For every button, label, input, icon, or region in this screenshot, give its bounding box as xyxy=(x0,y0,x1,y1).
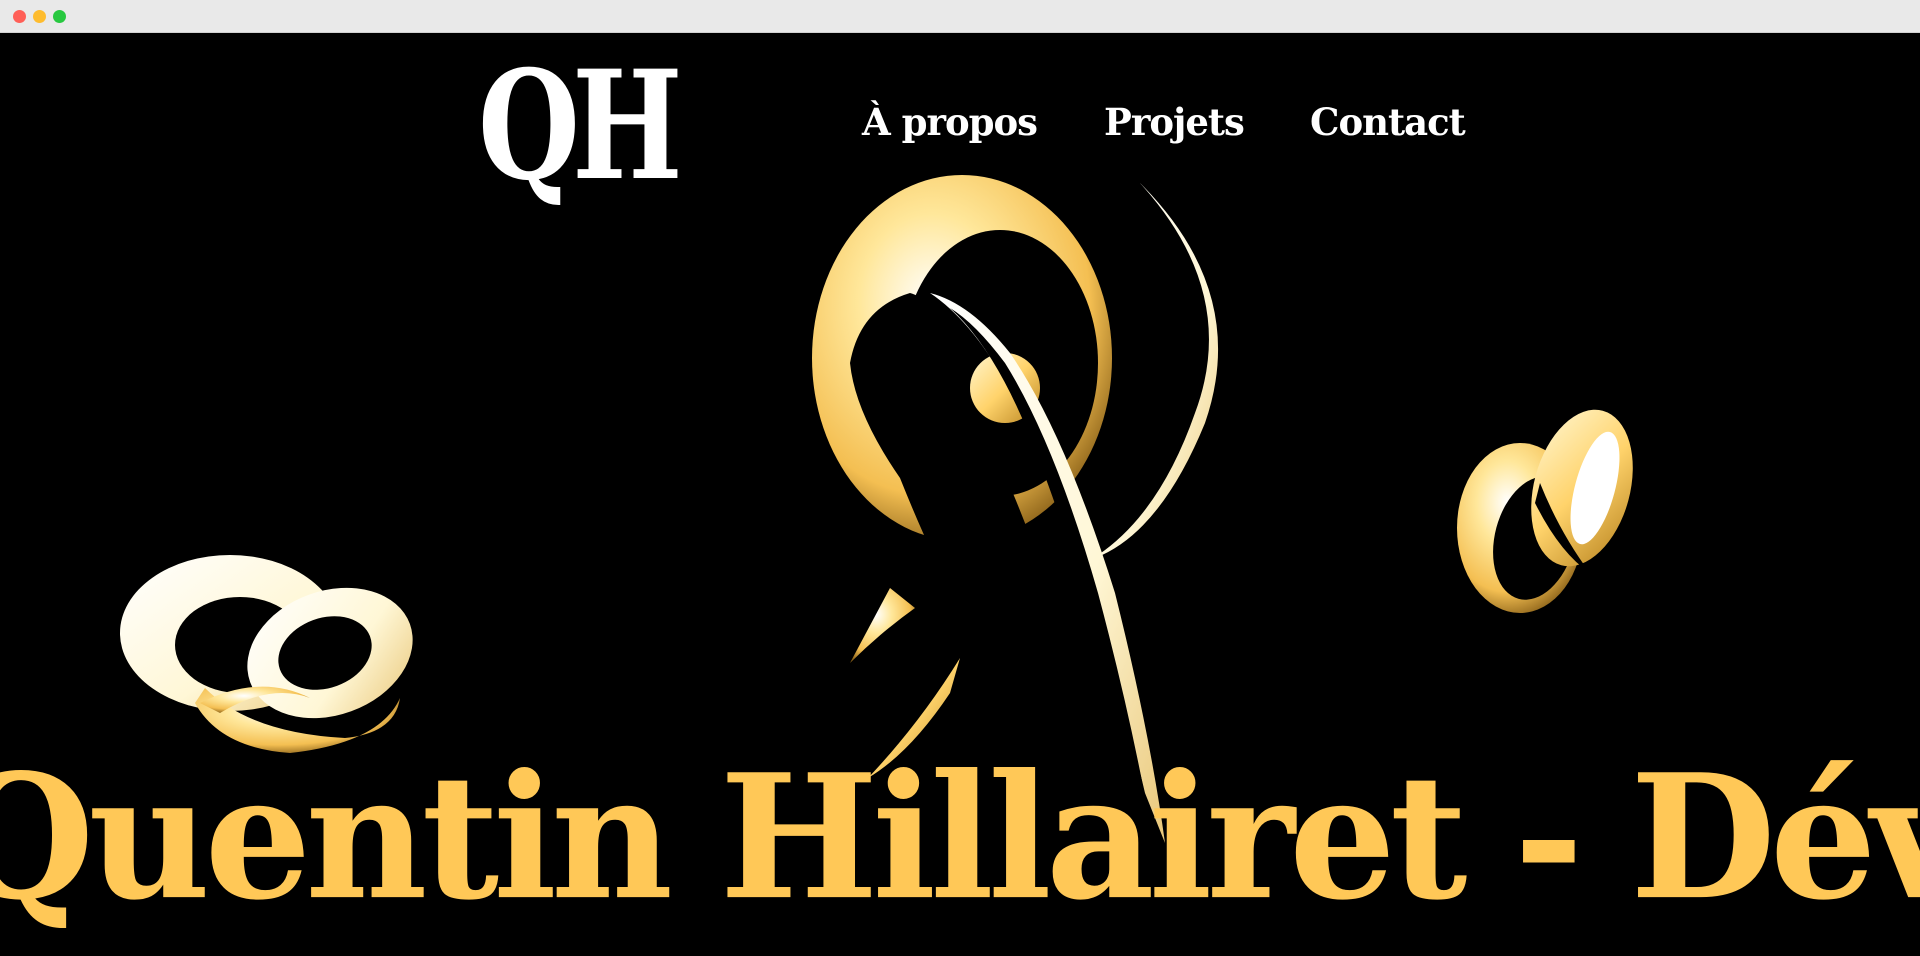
close-window-button[interactable] xyxy=(13,10,26,23)
nav-link-contact[interactable]: Contact xyxy=(1310,100,1466,144)
right-knot-shape xyxy=(1457,409,1633,613)
minimize-window-button[interactable] xyxy=(33,10,46,23)
hero-marquee-text: Quentin Hillairet - Développeur xyxy=(0,736,1920,938)
site-logo[interactable]: QH xyxy=(478,51,683,201)
browser-title-bar xyxy=(0,0,1920,33)
page-viewport: QH À propos Projets Contact Quentin Hill… xyxy=(0,33,1920,956)
nav-link-a-propos[interactable]: À propos xyxy=(862,100,1038,144)
left-knot-shape xyxy=(120,555,413,753)
maximize-window-button[interactable] xyxy=(53,10,66,23)
nav-link-projets[interactable]: Projets xyxy=(1104,100,1245,144)
